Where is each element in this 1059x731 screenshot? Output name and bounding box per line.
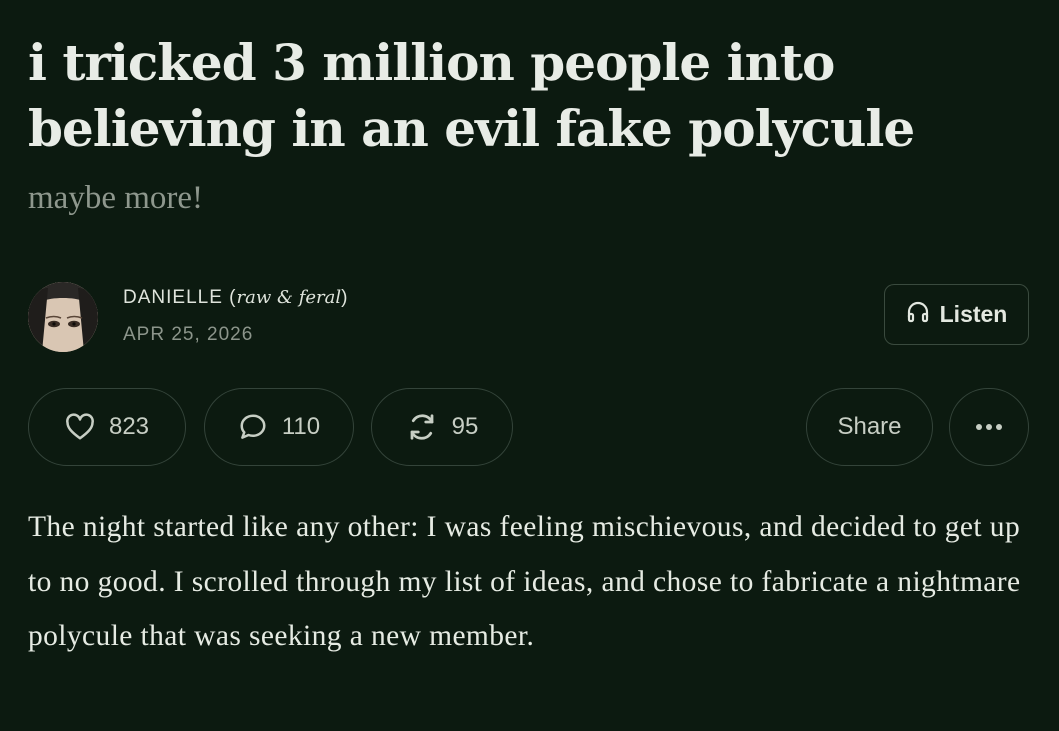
author-tagline: raw & feral [236, 287, 342, 308]
like-button[interactable]: 823 [28, 388, 186, 466]
heart-icon [65, 413, 95, 441]
more-options-button[interactable] [949, 388, 1029, 466]
author-paren-open: ( [222, 287, 237, 308]
avatar-image [28, 282, 98, 352]
listen-label: Listen [939, 301, 1008, 327]
byline: DANIELLE (raw & feral) APR 25, 2026 List… [28, 282, 1031, 354]
restack-count: 95 [451, 413, 479, 440]
post-subtitle: maybe more! [28, 180, 204, 216]
share-label: Share [837, 413, 902, 440]
author-name[interactable]: DANIELLE [123, 287, 223, 308]
restack-button[interactable]: 95 [371, 388, 513, 466]
author-line[interactable]: DANIELLE (raw & feral) [123, 287, 348, 309]
article-paragraph: The night started like any other: I was … [28, 511, 1021, 652]
post-title: i tricked 3 million people into believin… [28, 33, 915, 158]
listen-button[interactable]: Listen [884, 284, 1029, 345]
author-paren-close: ) [341, 287, 349, 308]
post-date: APR 25, 2026 [123, 324, 254, 345]
comment-count: 110 [281, 413, 321, 440]
like-count: 823 [108, 413, 150, 440]
action-bar: 823 110 95 Share [28, 388, 1031, 468]
restack-arrows-icon [406, 412, 438, 442]
more-dots-icon [975, 423, 1003, 431]
comment-button[interactable]: 110 [204, 388, 354, 466]
post-container: i tricked 3 million people into believin… [28, 0, 1031, 652]
speech-bubble-icon [238, 412, 268, 442]
headphones-icon [906, 300, 930, 330]
avatar[interactable] [28, 282, 98, 352]
share-button[interactable]: Share [806, 388, 933, 466]
